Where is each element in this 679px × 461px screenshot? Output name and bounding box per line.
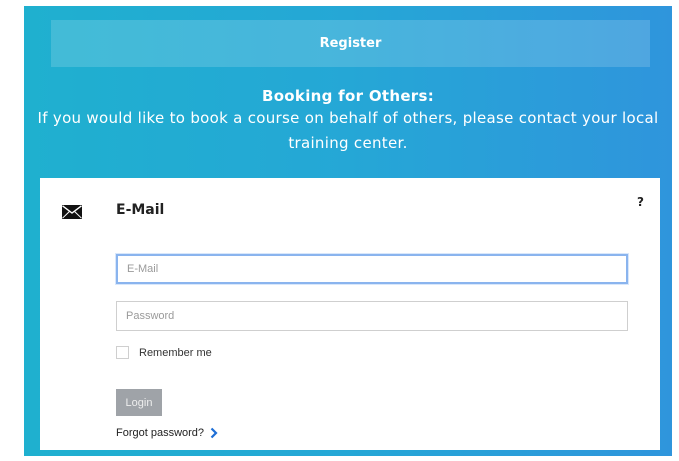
register-button[interactable]: Register <box>51 20 650 67</box>
login-button[interactable]: Login <box>116 389 162 416</box>
card-title: E-Mail <box>116 202 165 218</box>
remember-me-option[interactable]: Remember me <box>116 346 212 359</box>
help-button[interactable]: ? <box>637 195 644 209</box>
booking-text: If you would like to book a course on be… <box>37 109 659 152</box>
password-input[interactable] <box>116 301 628 331</box>
envelope-icon <box>62 205 82 219</box>
remember-me-checkbox[interactable] <box>116 346 129 359</box>
booking-info: Booking for Others: If you would like to… <box>24 86 672 156</box>
remember-me-label: Remember me <box>139 346 212 359</box>
login-panel: Register Booking for Others: If you woul… <box>24 6 672 456</box>
forgot-password-link[interactable]: Forgot password? <box>116 427 218 439</box>
register-label: Register <box>319 36 382 51</box>
chevron-right-icon <box>210 427 218 439</box>
email-login-card: E-Mail ? Remember me Login Forgot passwo… <box>40 178 660 450</box>
email-input[interactable] <box>116 254 628 284</box>
page: Register Booking for Others: If you woul… <box>0 0 679 461</box>
forgot-password-label: Forgot password? <box>116 427 205 439</box>
booking-title: Booking for Others: <box>261 87 435 105</box>
